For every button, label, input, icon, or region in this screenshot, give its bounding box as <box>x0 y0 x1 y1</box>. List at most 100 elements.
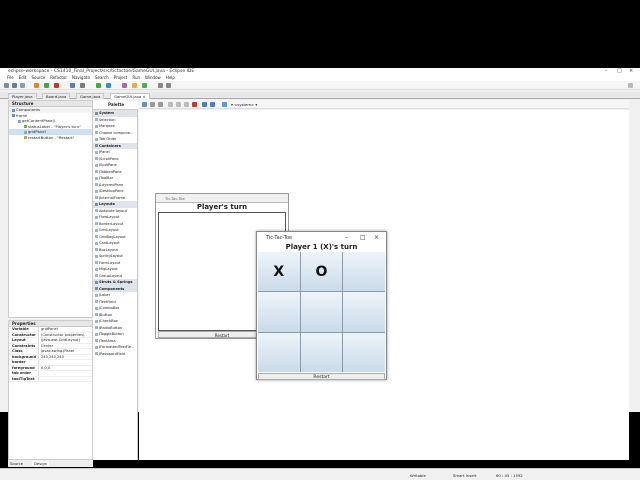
palette-label: Selection <box>99 117 116 122</box>
palette-label: JTextArea <box>99 338 116 343</box>
palette-label: JToolBar <box>99 176 114 180</box>
palette-label: JButton <box>99 312 113 317</box>
property-value[interactable] <box>39 360 92 365</box>
delete-icon[interactable] <box>192 102 197 107</box>
forward-icon[interactable] <box>166 83 171 88</box>
menu-help[interactable]: Help <box>166 75 175 80</box>
board-cell[interactable] <box>300 292 343 332</box>
board-cell[interactable] <box>258 332 300 372</box>
tab-design[interactable]: Design <box>32 461 50 466</box>
property-value[interactable] <box>39 377 92 382</box>
run-config-icon[interactable] <box>96 83 101 88</box>
palette-label: JPasswordField <box>99 351 126 356</box>
maximize-icon[interactable]: □ <box>360 232 366 244</box>
component-icon <box>95 345 98 349</box>
look-and-feel-combo[interactable]: ▾ <system> ▾ <box>231 102 257 107</box>
palette-label: System <box>99 111 114 115</box>
menu-refactor[interactable]: Refactor <box>50 75 67 80</box>
property-row[interactable]: toolTipText <box>9 376 92 382</box>
debug-icon[interactable] <box>34 83 39 88</box>
property-value[interactable]: 0,0,0 <box>39 366 92 371</box>
search-icon[interactable] <box>80 83 85 88</box>
menu-edit[interactable]: Edit <box>19 75 27 80</box>
component-icon <box>95 332 98 336</box>
board-cell[interactable] <box>300 332 343 372</box>
folder-icon <box>95 280 98 284</box>
test-gui-icon[interactable] <box>142 102 147 107</box>
minimize-icon[interactable]: – <box>605 68 608 75</box>
board-cell[interactable]: X <box>258 252 300 292</box>
palette-label: JRadioButton <box>99 325 123 330</box>
eclipse-ide-window: eclipse-workspace - CS1410_Final_Project… <box>0 68 640 480</box>
palette-category[interactable]: Struts & Springs <box>93 279 137 286</box>
close-icon[interactable]: × <box>374 232 379 244</box>
menu-window[interactable]: Window <box>145 75 161 80</box>
new-java-project-icon[interactable] <box>122 83 127 88</box>
property-value[interactable]: gridPanel <box>39 327 92 332</box>
copy-icon[interactable] <box>176 102 181 107</box>
palette-label: GridBagLayout <box>99 234 126 239</box>
tab-source[interactable]: Source <box>10 461 23 466</box>
design-status-label[interactable]: Player's turn <box>156 203 288 211</box>
save-all-icon[interactable] <box>20 83 25 88</box>
palette-label: JSplitPane <box>99 163 117 167</box>
new-class-icon[interactable] <box>142 83 147 88</box>
open-type-icon[interactable] <box>70 83 75 88</box>
board-cell[interactable] <box>343 252 385 292</box>
component-icon <box>95 261 98 264</box>
board-cell[interactable]: O <box>300 252 343 292</box>
palette-panel: System Selection Marquee Choose compone... T… <box>93 110 138 460</box>
paste-icon[interactable] <box>184 102 189 107</box>
alignment-icon[interactable] <box>202 102 207 107</box>
cut-icon[interactable] <box>168 102 173 107</box>
palette-item[interactable]: JPasswordField <box>93 351 137 358</box>
component-icon <box>95 196 98 199</box>
property-value[interactable]: javax.swing.JPanel <box>39 349 92 354</box>
palette-label: SpringLayout <box>99 254 123 258</box>
minimize-icon[interactable]: – <box>345 232 348 244</box>
properties-panel: Properties Variable gridPanel Constructor(… <box>8 320 93 460</box>
distribute-icon[interactable] <box>210 102 215 107</box>
redo-icon[interactable] <box>158 102 163 107</box>
palette-item[interactable]: JFormattedTextFie... <box>93 344 137 351</box>
maximize-icon[interactable]: □ <box>617 68 622 75</box>
menu-project[interactable]: Project <box>114 75 128 80</box>
property-value[interactable]: 240,240,240 <box>39 355 92 360</box>
property-name: border <box>9 360 39 365</box>
board-cell[interactable] <box>343 292 385 332</box>
close-icon[interactable]: × <box>629 68 633 75</box>
tab-gamegui-java[interactable]: GameGUI.java × <box>110 93 150 99</box>
menu-source[interactable]: Source <box>31 75 45 80</box>
external-tools-icon[interactable] <box>54 83 59 88</box>
property-value[interactable]: (Constructor properties) <box>39 333 92 338</box>
menu-search[interactable]: Search <box>95 75 109 80</box>
undo-icon[interactable] <box>150 102 155 107</box>
folder-icon <box>95 144 98 147</box>
board-cell[interactable] <box>343 332 385 372</box>
palette-label: MigLayout <box>99 267 118 271</box>
property-value[interactable]: Center <box>39 344 92 349</box>
run-icon[interactable] <box>44 83 49 88</box>
tab-game-java[interactable]: Game.java <box>76 93 105 99</box>
tree-item-restart-button[interactable]: restartButton - "Restart" <box>9 135 92 141</box>
tab-player-java[interactable]: Player.java <box>8 93 37 99</box>
new-icon[interactable] <box>4 83 9 88</box>
structure-panel: Structure Components frame getContentPan… <box>8 100 93 318</box>
menu-file[interactable]: File <box>7 75 14 80</box>
save-icon[interactable] <box>12 83 17 88</box>
property-value[interactable]: (java.awt.GridLayout) <box>39 338 92 343</box>
panel-icon <box>18 119 21 123</box>
back-icon[interactable] <box>158 83 163 88</box>
coverage-icon[interactable] <box>106 83 111 88</box>
menu-navigate[interactable]: Navigate <box>72 75 90 80</box>
new-package-icon[interactable] <box>132 83 137 88</box>
designer-toolbar: ▾ <system> ▾ <box>139 100 629 109</box>
restart-button[interactable]: Restart <box>258 373 385 380</box>
look-and-feel-icon[interactable] <box>222 102 227 107</box>
writable-status: Writable <box>410 473 426 478</box>
property-value[interactable] <box>39 371 92 376</box>
perspective-icon[interactable] <box>628 83 633 88</box>
board-cell[interactable] <box>258 292 300 332</box>
menu-run[interactable]: Run <box>132 75 140 80</box>
tab-board-java[interactable]: Board.java <box>42 93 71 99</box>
